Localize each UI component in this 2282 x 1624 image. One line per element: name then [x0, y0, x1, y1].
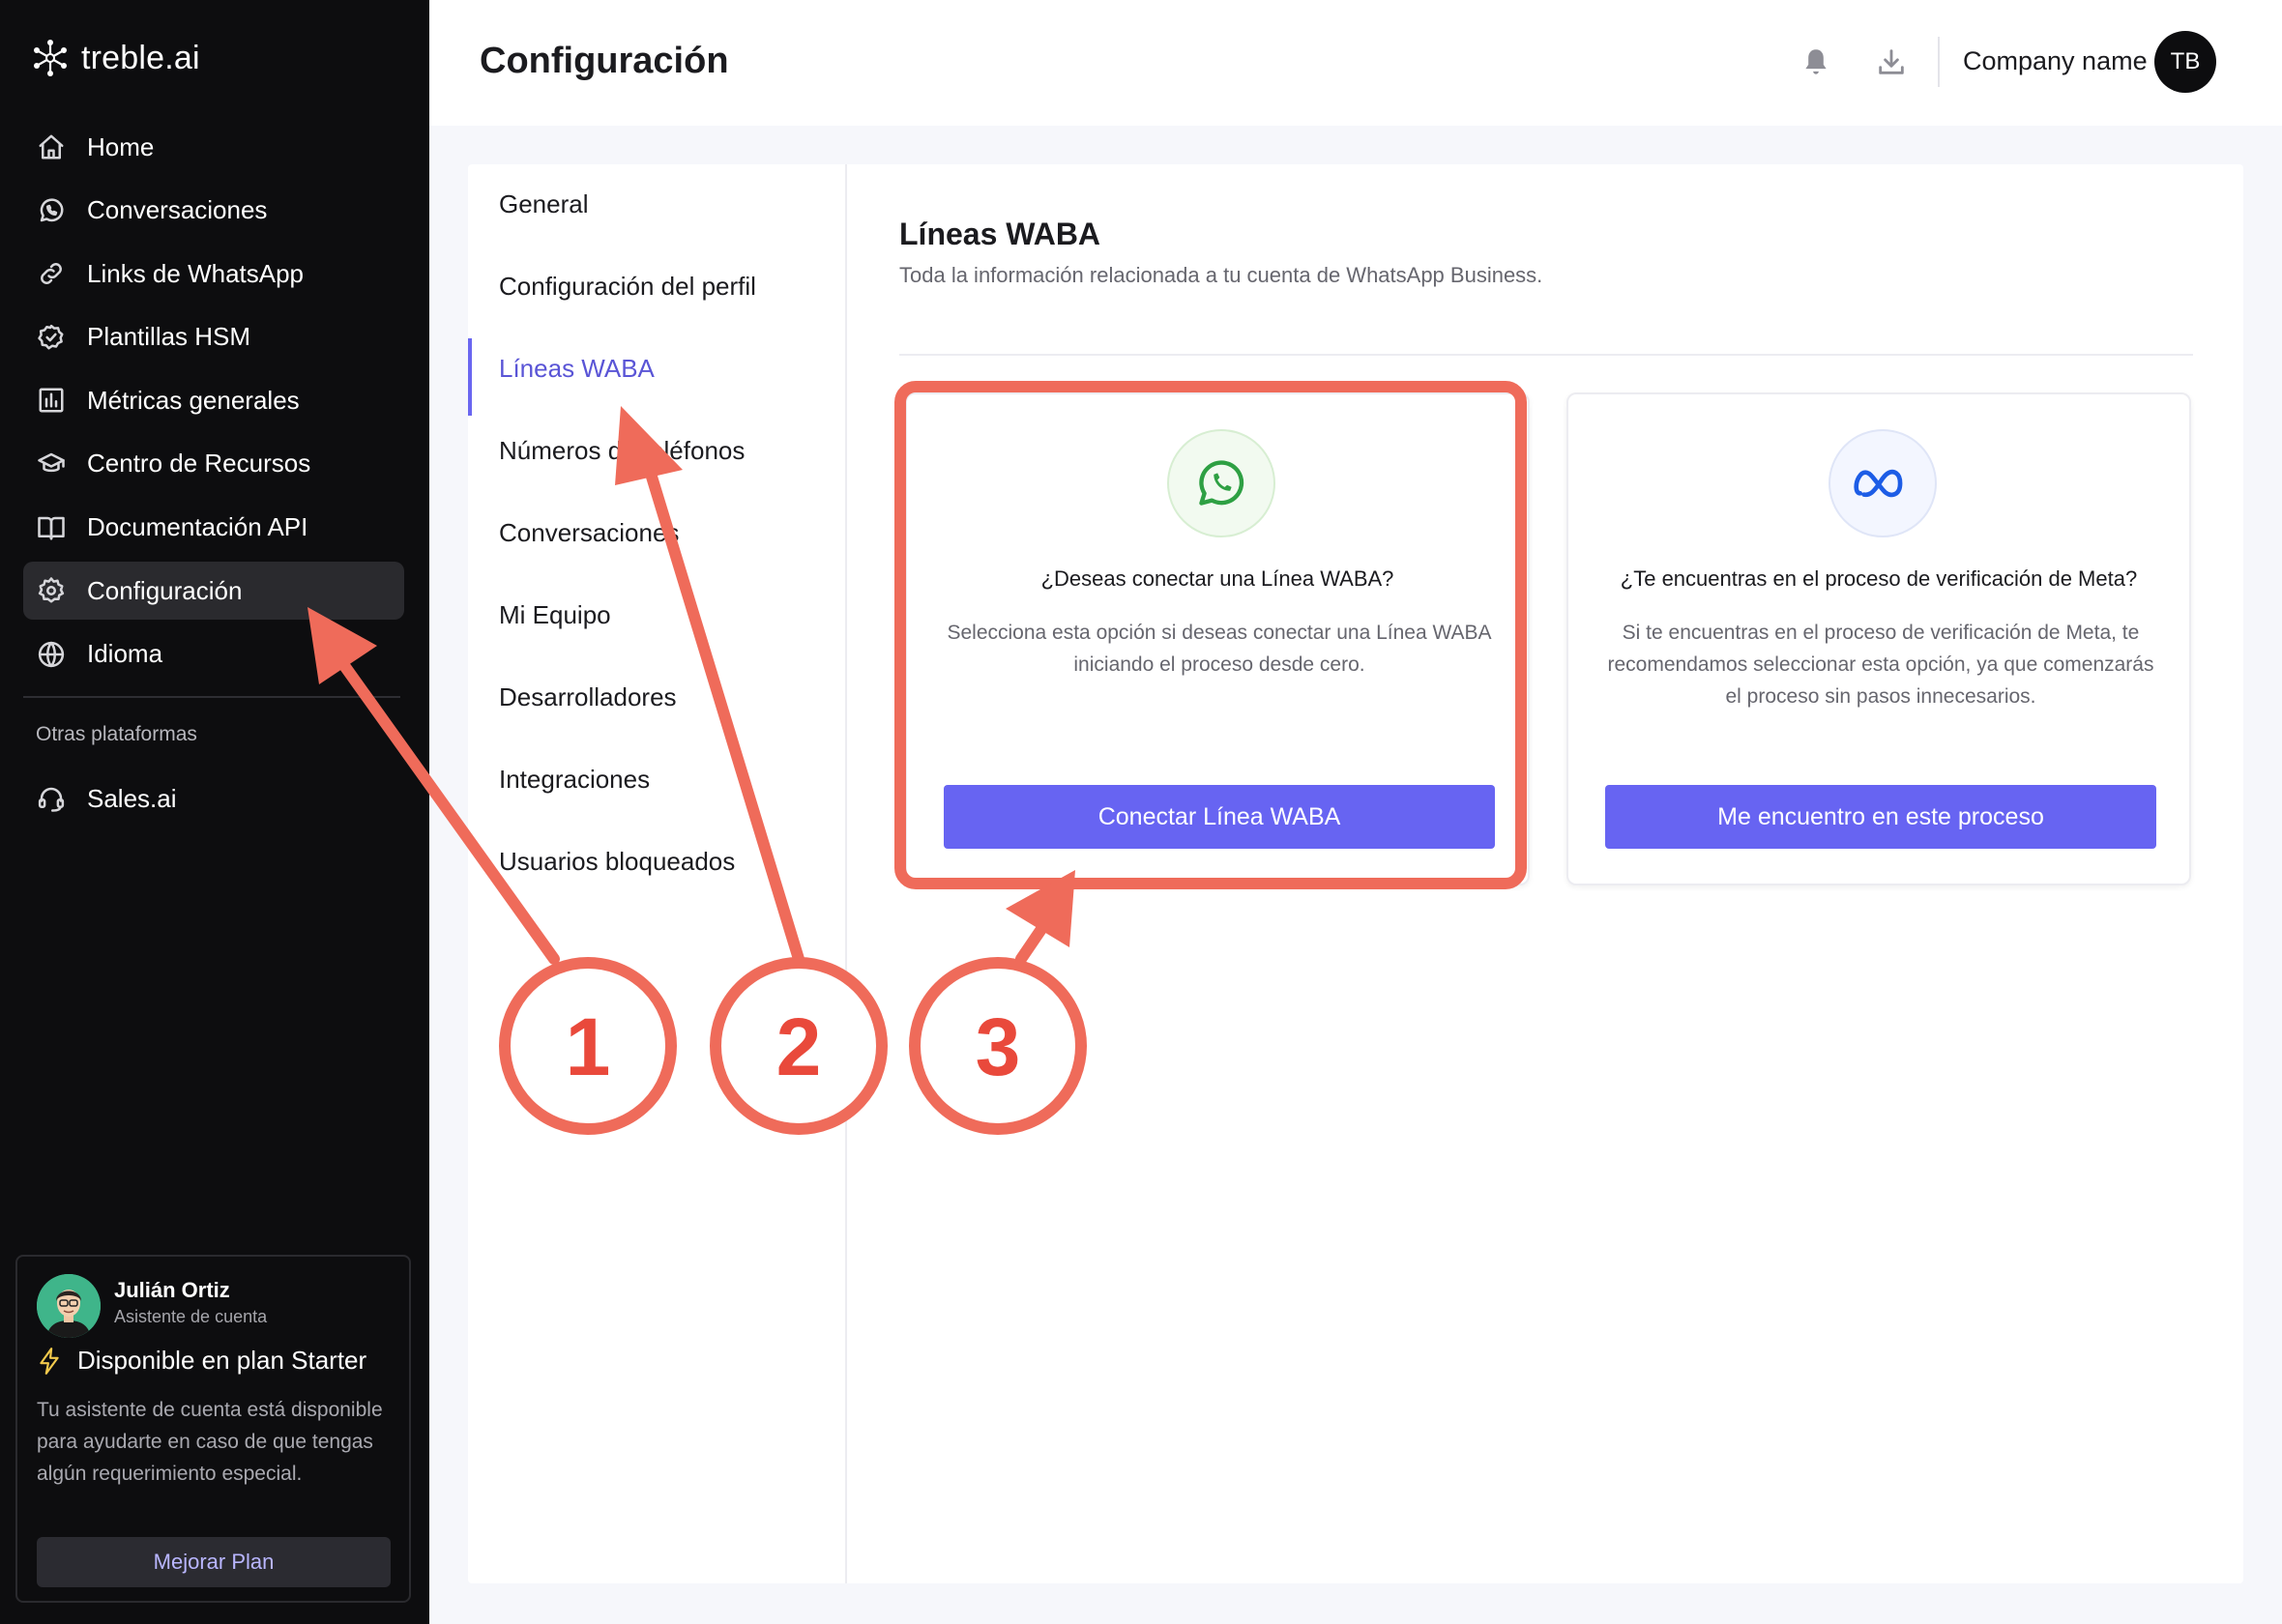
header-separator	[1938, 37, 1940, 87]
whatsapp-icon-badge	[1167, 429, 1275, 537]
section-subtitle: Toda la información relacionada a tu cue…	[899, 263, 1543, 287]
book-icon	[35, 511, 68, 544]
card-question: ¿Te encuentras en el proceso de verifica…	[1620, 566, 2138, 591]
sidebar-item-sales-ai[interactable]: Sales.ai	[23, 769, 404, 827]
whatsapp-icon	[35, 194, 68, 227]
card-question: ¿Deseas conectar una Línea WABA?	[1040, 566, 1394, 591]
assistant-description: Tu asistente de cuenta está disponible p…	[37, 1399, 383, 1485]
settings-tab-integraciones[interactable]: Integraciones	[468, 749, 845, 809]
globe-icon	[35, 638, 68, 671]
sidebar-item-links-whatsapp[interactable]: Links de WhatsApp	[23, 245, 404, 303]
sidebar-item-centro-recursos[interactable]: Centro de Recursos	[23, 435, 404, 493]
sidebar-divider	[23, 696, 400, 698]
bell-icon	[1805, 49, 1827, 74]
link-icon	[35, 257, 68, 290]
graduation-cap-icon	[35, 448, 68, 480]
assistant-name: Julián Ortiz	[114, 1278, 230, 1302]
settings-tab-lineas-waba[interactable]: Líneas WABA	[468, 338, 845, 416]
sidebar-item-label: Idioma	[87, 639, 163, 669]
gear-icon	[35, 574, 68, 607]
headset-icon	[35, 782, 68, 815]
card-description: Si te encuentras en el proceso de verifi…	[1607, 622, 2154, 708]
assistant-role: Asistente de cuenta	[114, 1307, 268, 1326]
sidebar-item-label: Plantillas HSM	[87, 322, 251, 352]
download-icon	[1879, 49, 1904, 74]
settings-tab-desarrolladores[interactable]: Desarrolladores	[468, 667, 845, 727]
meta-verification-card: ¿Te encuentras en el proceso de verifica…	[1566, 392, 2191, 885]
upgrade-plan-button[interactable]: Mejorar Plan	[37, 1537, 391, 1587]
sidebar-item-plantillas-hsm[interactable]: Plantillas HSM	[23, 308, 404, 366]
sidebar-item-label: Métricas generales	[87, 385, 300, 415]
lightning-icon	[40, 1347, 59, 1375]
sidebar-item-idioma[interactable]: Idioma	[23, 625, 404, 683]
settings-panel: General Configuración del perfil Líneas …	[468, 164, 2243, 1583]
connect-waba-button[interactable]: Conectar Línea WABA	[944, 785, 1495, 849]
settings-tab-usuarios-bloqueados[interactable]: Usuarios bloqueados	[468, 831, 845, 891]
sidebar-item-label: Home	[87, 131, 155, 161]
sidebar-item-home[interactable]: Home	[23, 118, 404, 176]
meta-icon-badge	[1829, 429, 1937, 537]
other-platforms-label: Otras plataformas	[36, 723, 197, 745]
home-icon	[35, 130, 68, 163]
plan-availability: Disponible en plan Starter	[37, 1346, 366, 1376]
settings-tab-general[interactable]: General	[468, 174, 845, 234]
in-process-button[interactable]: Me encuentro en este proceso	[1605, 785, 2156, 849]
sidebar-item-metricas[interactable]: Métricas generales	[23, 371, 404, 429]
user-avatar[interactable]: TB	[2154, 31, 2216, 93]
sidebar-item-label: Configuración	[87, 575, 243, 605]
meta-icon	[1854, 469, 1903, 498]
sidebar-item-label: Documentación API	[87, 512, 308, 542]
card-description: Selecciona esta opción si deseas conecta…	[947, 622, 1492, 676]
main-nav: Home Conversaciones Links de WhatsApp Pl…	[23, 118, 404, 688]
whatsapp-icon	[1199, 460, 1244, 506]
settings-tab-conversaciones[interactable]: Conversaciones	[468, 503, 845, 563]
settings-nav: General Configuración del perfil Líneas …	[468, 164, 847, 1583]
sidebar-item-label: Conversaciones	[87, 195, 268, 225]
page-title: Configuración	[480, 41, 729, 81]
account-assistant-card: Julián Ortiz Asistente de cuenta Disponi…	[15, 1255, 411, 1603]
treble-logo[interactable]: treble.ai	[29, 35, 200, 81]
section-title: Líneas WABA	[899, 217, 1101, 251]
plan-text: Disponible en plan Starter	[77, 1346, 367, 1375]
bar-chart-icon	[35, 384, 68, 417]
other-platforms-nav: Sales.ai	[23, 769, 404, 833]
settings-tab-numeros[interactable]: Números de teléfonos	[468, 420, 845, 480]
badge-check-icon	[35, 321, 68, 354]
sidebar-item-configuracion[interactable]: Configuración	[23, 562, 404, 621]
company-name[interactable]: Company name	[1963, 46, 2148, 76]
treble-logo-icon	[34, 40, 67, 76]
logo-text: treble.ai	[81, 39, 200, 76]
sidebar-item-label: Sales.ai	[87, 783, 177, 813]
sidebar-item-conversaciones[interactable]: Conversaciones	[23, 182, 404, 240]
sidebar-item-documentacion-api[interactable]: Documentación API	[23, 499, 404, 557]
download-button[interactable]	[1872, 43, 1911, 81]
sidebar-item-label: Centro de Recursos	[87, 449, 311, 478]
settings-tab-profile[interactable]: Configuración del perfil	[468, 256, 845, 316]
top-header: Configuración Company name TB	[429, 0, 2282, 126]
settings-tab-mi-equipo[interactable]: Mi Equipo	[468, 585, 845, 645]
sidebar-item-label: Links de WhatsApp	[87, 258, 305, 288]
notifications-button[interactable]	[1797, 43, 1835, 81]
assistant-avatar	[37, 1274, 101, 1338]
section-divider	[899, 354, 2193, 356]
sidebar: treble.ai Home Conversaciones Links de W…	[0, 0, 429, 1624]
connect-waba-card: ¿Deseas conectar una Línea WABA? Selecci…	[905, 392, 1530, 885]
